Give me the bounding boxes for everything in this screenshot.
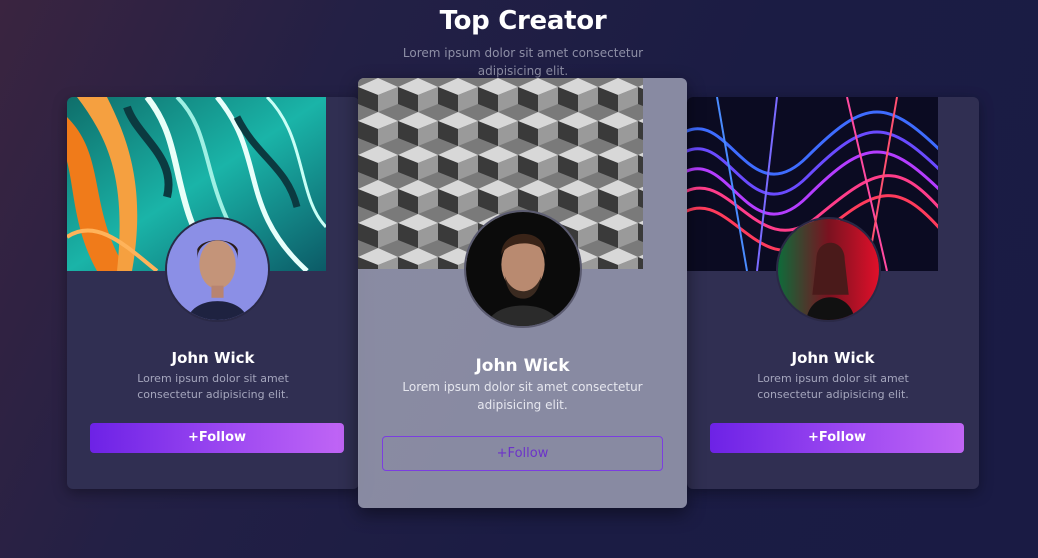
creator-name: John Wick <box>791 349 875 367</box>
page-title: Top Creator <box>439 6 607 36</box>
avatar-woman-neon[interactable] <box>776 217 881 322</box>
follow-button[interactable]: +Follow <box>710 423 964 453</box>
avatar-man[interactable] <box>464 210 582 328</box>
creator-card-3: John Wick Lorem ipsum dolor sit amet con… <box>687 97 979 489</box>
follow-button[interactable]: +Follow <box>90 423 344 453</box>
creator-name: John Wick <box>171 349 255 367</box>
follow-button[interactable]: +Follow <box>382 436 663 471</box>
creator-description: Lorem ipsum dolor sit amet consectetur a… <box>757 372 909 401</box>
page-subtitle: Lorem ipsum dolor sit amet consectetur a… <box>402 46 644 78</box>
creator-card-2: John Wick Lorem ipsum dolor sit amet con… <box>358 78 687 508</box>
avatar-woman[interactable] <box>165 217 270 322</box>
creator-card-1: John Wick Lorem ipsum dolor sit amet con… <box>67 97 359 489</box>
creator-description: Lorem ipsum dolor sit amet consectetur a… <box>137 372 289 401</box>
creator-description: Lorem ipsum dolor sit amet consectetur a… <box>402 380 643 412</box>
creator-name: John Wick <box>475 356 570 376</box>
